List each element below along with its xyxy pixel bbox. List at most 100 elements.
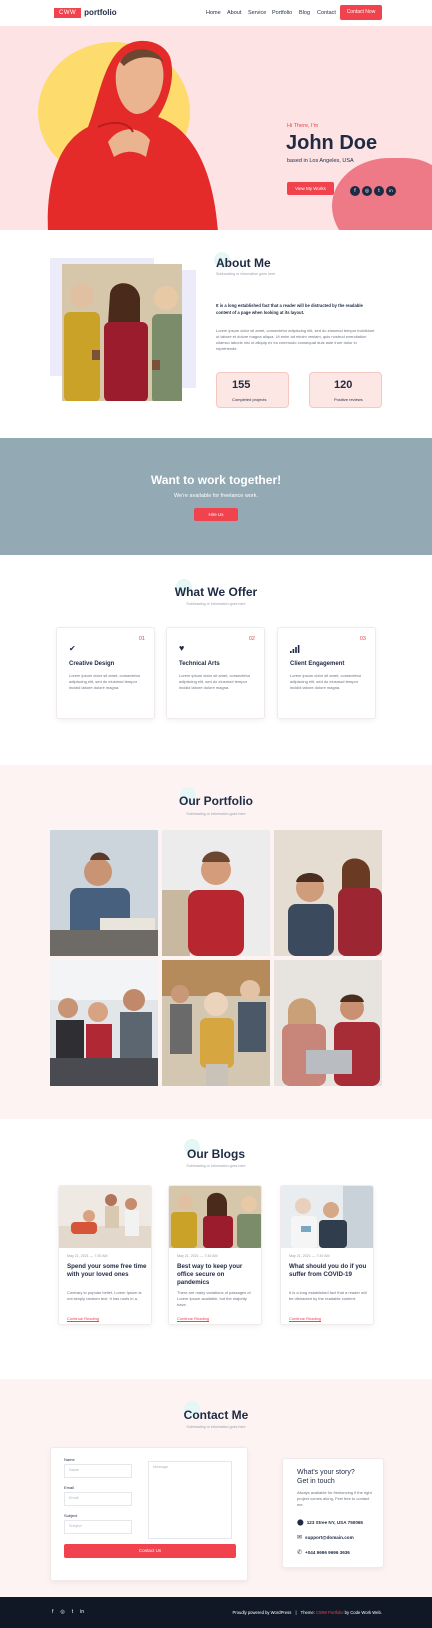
logo-box: CWW [54, 7, 82, 18]
service-card-creative-design[interactable]: 01 ✔ Creative Design Lorem ipsum dolor s… [56, 627, 155, 719]
card-title: Creative Design [69, 661, 115, 667]
card-number: 03 [359, 636, 366, 642]
instagram-icon[interactable]: ◎ [362, 186, 372, 196]
heart-icon: ♥ [179, 643, 185, 653]
blog-thumbnail [59, 1186, 151, 1248]
continue-reading-link[interactable]: Continue Reading [177, 1316, 210, 1322]
contact-info-card: What's your story? Get in touch Always a… [282, 1458, 384, 1568]
offer-section: What We Offer Subheading or information … [0, 555, 432, 765]
logo[interactable]: CWW portfolio [54, 6, 117, 19]
twitter-icon[interactable]: t [72, 1609, 73, 1615]
blog-title[interactable]: What should you do if you suffer from CO… [289, 1263, 369, 1279]
blog-card-1[interactable]: May 21, 2021 — 7:30 AM Spend your some f… [58, 1185, 152, 1325]
signal-bars-icon [290, 645, 300, 653]
contact-title: Contact Me [183, 1408, 249, 1422]
powered-by-text[interactable]: Proudly powered by WordPress [232, 1610, 291, 1615]
about-body: Lorem ipsum dolor sit amet, consectetur … [216, 328, 375, 351]
band-title: Want to work together! [150, 473, 282, 487]
blogs-section: Our Blogs Subheading or information goes… [0, 1119, 432, 1379]
blog-card-3[interactable]: May 21, 2021 — 7:30 AM What should you d… [280, 1185, 374, 1325]
about-photo [62, 264, 182, 401]
instagram-icon[interactable]: ◎ [60, 1609, 64, 1615]
phone-text[interactable]: +044 9696 9696 3636 [305, 1550, 350, 1555]
service-card-technical-arts[interactable]: 02 ♥ Technical Arts Lorem ipsum dolor si… [166, 627, 265, 719]
portfolio-subtitle: Subheading or information goes here [186, 812, 246, 816]
blog-title[interactable]: Spend your some free time with your love… [67, 1263, 147, 1279]
linkedin-icon[interactable]: in [80, 1609, 84, 1615]
linkedin-icon[interactable]: in [386, 186, 396, 196]
blog-card-2[interactable]: May 21, 2021 — 7:30 AM Best way to keep … [168, 1185, 262, 1325]
footer-credit: Proudly powered by WordPress | Theme: CW… [232, 1610, 382, 1615]
card-number: 01 [138, 636, 145, 642]
email-text[interactable]: support@domain.com [305, 1535, 354, 1540]
name-label: Name [64, 1457, 75, 1462]
email-field[interactable]: Email [64, 1492, 132, 1506]
card-title: Technical Arts [179, 661, 220, 667]
theme-author[interactable]: by Code Work Web. [345, 1610, 382, 1615]
work-together-band: Want to work together! We're available f… [0, 438, 432, 555]
portfolio-item-2[interactable] [162, 830, 270, 956]
hire-us-button[interactable]: Hire Us [194, 508, 238, 521]
portfolio-item-6[interactable] [274, 960, 382, 1086]
contact-form-card: Name Name Email Email Subject Subject Me… [50, 1447, 248, 1581]
phone-row: ✆ +044 9696 9696 3636 [297, 1549, 350, 1556]
credit-separator: | [295, 1610, 297, 1615]
phone-icon: ✆ [297, 1550, 303, 1556]
nav-home[interactable]: Home [206, 10, 221, 16]
name-field[interactable]: Name [64, 1464, 132, 1478]
portfolio-section: Our Portfolio Subheading or information … [0, 765, 432, 1119]
site-header: CWW portfolio Home About Service Portfol… [0, 0, 432, 26]
facebook-icon[interactable]: f [52, 1609, 53, 1615]
message-textarea[interactable]: Message [148, 1461, 232, 1539]
stat-card-reviews: 120 Positive reviews [309, 372, 382, 408]
card-text: Lorem ipsum dolor sit amet, consectetur … [290, 673, 362, 690]
portfolio-item-4[interactable] [50, 960, 158, 1086]
map-pin-icon: ⬤ [297, 1520, 304, 1526]
card-number: 02 [248, 636, 255, 642]
view-my-works-button[interactable]: View My Works [287, 182, 334, 195]
blog-excerpt: Contrary to popular belief, Lorem Ipsum … [67, 1290, 142, 1301]
blogs-subtitle: Subheading or information goes here [186, 1164, 246, 1168]
info-title-line2: Get in touch [297, 1478, 335, 1485]
offer-subtitle: Subheading or information goes here [186, 602, 246, 606]
footer-social-icons: f ◎ t in [52, 1609, 84, 1615]
stat-label: Positive reviews [334, 397, 363, 402]
contact-now-button[interactable]: Contact Now [340, 5, 382, 20]
contact-subtitle: Subheading or information goes here [186, 1425, 246, 1429]
about-subtitle: Subheading or information goes here [216, 272, 276, 276]
info-text: Always available for freelancing if the … [297, 1490, 372, 1507]
hero-location: based in Los Angeles, USA [287, 158, 354, 164]
portfolio-item-3[interactable] [274, 830, 382, 956]
blog-title[interactable]: Best way to keep your office secure on p… [177, 1263, 257, 1287]
blog-thumbnail [169, 1186, 261, 1248]
contact-us-button[interactable]: Contact Us [64, 1544, 236, 1558]
nav-contact[interactable]: Contact [317, 10, 336, 16]
nav-blog[interactable]: Blog [299, 10, 310, 16]
site-footer: f ◎ t in Proudly powered by WordPress | … [0, 1597, 432, 1628]
facebook-icon[interactable]: f [350, 186, 360, 196]
offer-title: What We Offer [174, 585, 258, 599]
blogs-title: Our Blogs [186, 1147, 245, 1161]
about-title: About Me [216, 256, 271, 270]
nav-about[interactable]: About [227, 10, 241, 16]
blog-excerpt: There are many variations of passages of… [177, 1290, 251, 1307]
blog-excerpt: It is a long established fact that a rea… [289, 1290, 367, 1301]
portfolio-item-1[interactable] [50, 830, 158, 956]
card-text: Lorem ipsum dolor sit amet, consectetur … [179, 673, 251, 690]
envelope-icon: ✉ [297, 1535, 303, 1541]
hero-section: Hi There, I'm John Doe based in Los Ange… [0, 26, 432, 230]
continue-reading-link[interactable]: Continue Reading [289, 1316, 322, 1322]
portfolio-item-5[interactable] [162, 960, 270, 1086]
blog-date: May 21, 2021 — 7:30 AM [177, 1254, 218, 1258]
continue-reading-link[interactable]: Continue Reading [67, 1316, 100, 1322]
nav-service[interactable]: Service [248, 10, 266, 16]
email-row: ✉ support@domain.com [297, 1534, 354, 1541]
about-section: About Me Subheading or information goes … [0, 230, 432, 438]
service-card-client-engagement[interactable]: 03 Client Engagement Lorem ipsum dolor s… [277, 627, 376, 719]
twitter-icon[interactable]: t [374, 186, 384, 196]
theme-name-link[interactable]: CWW Portfolio [316, 1610, 343, 1615]
nav-portfolio[interactable]: Portfolio [272, 10, 292, 16]
stat-card-projects: 155 Completed projects [216, 372, 289, 408]
hero-portrait [47, 40, 218, 230]
subject-field[interactable]: Subject [64, 1520, 132, 1534]
